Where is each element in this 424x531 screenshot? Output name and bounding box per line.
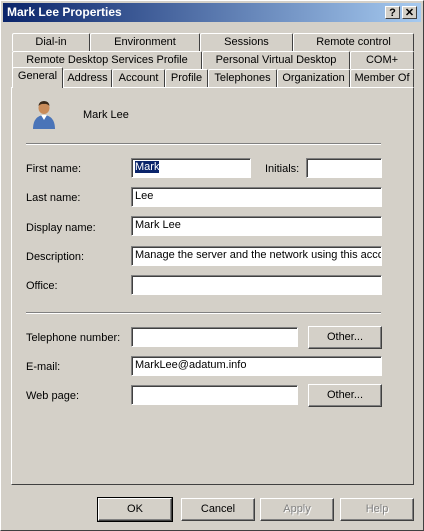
office-field[interactable] bbox=[131, 275, 382, 295]
tab-profile[interactable]: Profile bbox=[165, 69, 208, 87]
last-name-label: Last name: bbox=[26, 192, 81, 204]
telephone-other-button[interactable]: Other... bbox=[308, 326, 382, 349]
help-icon[interactable]: ? bbox=[385, 6, 400, 19]
tab-remote-control[interactable]: Remote control bbox=[293, 33, 414, 51]
user-display-name: Mark Lee bbox=[83, 109, 129, 121]
tab-sessions[interactable]: Sessions bbox=[200, 33, 293, 51]
help-button[interactable]: Help bbox=[340, 498, 414, 521]
webpage-field[interactable] bbox=[131, 385, 298, 405]
apply-button[interactable]: Apply bbox=[260, 498, 334, 521]
description-field[interactable]: Manage the server and the network using … bbox=[131, 246, 382, 266]
ok-button[interactable]: OK bbox=[97, 497, 173, 522]
webpage-other-button[interactable]: Other... bbox=[308, 384, 382, 407]
last-name-field[interactable]: Lee bbox=[131, 187, 382, 207]
close-icon[interactable]: ✕ bbox=[402, 6, 417, 19]
telephone-field[interactable] bbox=[131, 327, 298, 347]
tab-telephones[interactable]: Telephones bbox=[208, 69, 277, 87]
user-icon bbox=[33, 101, 55, 129]
email-label: E-mail: bbox=[26, 361, 61, 373]
first-name-value: Mark bbox=[135, 161, 160, 173]
general-tab-panel: Mark Lee First name: Mark Initials: Last… bbox=[11, 87, 414, 485]
window-title: Mark Lee Properties bbox=[7, 5, 122, 19]
properties-dialog: Mark Lee Properties ? ✕ Dial-in Environm… bbox=[0, 0, 424, 531]
webpage-label: Web page: bbox=[26, 390, 80, 402]
tab-dial-in[interactable]: Dial-in bbox=[12, 33, 90, 51]
tab-environment[interactable]: Environment bbox=[90, 33, 200, 51]
separator bbox=[26, 143, 381, 145]
description-label: Description: bbox=[26, 251, 85, 263]
office-label: Office: bbox=[26, 280, 58, 292]
telephone-label: Telephone number: bbox=[26, 332, 121, 344]
cancel-button[interactable]: Cancel bbox=[181, 498, 255, 521]
display-name-label: Display name: bbox=[26, 222, 96, 234]
first-name-field[interactable]: Mark bbox=[131, 158, 251, 178]
tab-account[interactable]: Account bbox=[112, 69, 165, 87]
tab-organization[interactable]: Organization bbox=[277, 69, 350, 87]
tab-general[interactable]: General bbox=[12, 67, 63, 88]
title-bar[interactable]: Mark Lee Properties ? ✕ bbox=[3, 3, 421, 22]
initials-label: Initials: bbox=[265, 163, 300, 175]
first-name-label: First name: bbox=[26, 163, 82, 175]
tab-member-of[interactable]: Member Of bbox=[350, 69, 414, 87]
tab-personal-virtual-desktop[interactable]: Personal Virtual Desktop bbox=[202, 51, 350, 69]
tab-com-plus[interactable]: COM+ bbox=[350, 51, 414, 69]
display-name-field[interactable]: Mark Lee bbox=[131, 216, 382, 236]
initials-field[interactable] bbox=[306, 158, 382, 178]
separator bbox=[26, 312, 381, 314]
email-field[interactable]: MarkLee@adatum.info bbox=[131, 356, 382, 376]
tab-address[interactable]: Address bbox=[63, 69, 112, 87]
